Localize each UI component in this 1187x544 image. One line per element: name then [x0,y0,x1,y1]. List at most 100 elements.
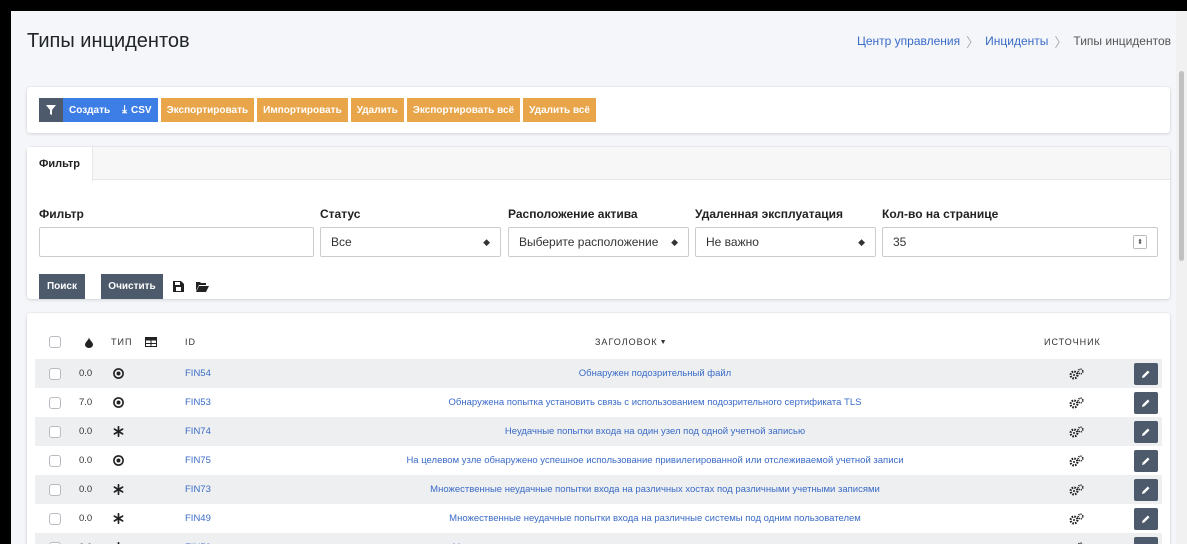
incident-id-link[interactable]: FIN50 [185,533,211,544]
columns-toggle-button[interactable] [145,331,157,353]
incident-id-link[interactable]: FIN49 [185,504,211,533]
per-page-label: Кол-во на странице [882,207,999,221]
incident-title-link[interactable]: Множественные неудачные попытки входа на… [215,475,1095,504]
delete-all-button[interactable]: Удалить всё [523,98,596,122]
per-page-input[interactable]: 35 ⬍ [882,227,1158,257]
select-arrows-icon: ◆ [483,236,490,247]
edit-button[interactable] [1134,533,1158,544]
table-row[interactable]: 0.0 FIN49 Множественные неудачные попытки … [35,504,1162,533]
filter-text-input[interactable] [39,227,314,257]
save-filter-button[interactable] [167,274,189,299]
checkbox[interactable] [49,512,61,525]
select-all-checkbox[interactable] [49,331,61,353]
incident-title-link[interactable]: Обнаружена попытка установить связь с ис… [215,388,1095,417]
incident-id-link[interactable]: FIN73 [185,475,211,504]
checkbox[interactable] [49,396,61,409]
checkbox[interactable] [49,367,61,380]
incident-id-link[interactable]: FIN54 [185,359,211,388]
incident-id-link[interactable]: FIN74 [185,417,211,446]
page-scrollbar[interactable] [1176,11,1187,544]
breadcrumb-separator-icon: 〉 [966,34,980,50]
asterisk-icon [113,533,124,544]
row-checkbox[interactable] [49,359,61,388]
breadcrumb-link-incidents[interactable]: Инциденты [985,34,1048,48]
row-checkbox[interactable] [49,504,61,533]
breadcrumb-separator-icon: 〉 [1054,34,1068,50]
edit-button[interactable] [1134,504,1158,533]
export-button[interactable]: Экспортировать [160,98,255,122]
incident-title-link[interactable]: Неудачные попытки входа на один узел под… [215,417,1095,446]
gears-icon [1069,388,1084,417]
table-row[interactable]: 0.0 FIN75 На целевом узле обнаружено успеш… [35,446,1162,475]
edit-button[interactable] [1134,417,1158,446]
asterisk-icon [113,417,124,446]
gears-icon [1069,417,1084,446]
incident-id-link[interactable]: FIN53 [185,388,211,417]
incident-id-link[interactable]: FIN75 [185,446,211,475]
remote-exploitation-value: Не важно [706,235,759,249]
gears-icon [1069,475,1084,504]
pencil-icon [1134,420,1158,443]
location-label: Расположение актива [508,207,638,221]
location-select[interactable]: Выберите расположение ◆ [508,227,689,257]
row-checkbox[interactable] [49,388,61,417]
title-header[interactable]: ЗАГОЛОВОК ▼ [595,331,668,353]
incident-title-link[interactable]: Множественные неудачные попытки входа на… [215,504,1095,533]
floppy-disk-icon [172,281,184,292]
filter-tabs: Фильтр [27,147,1170,181]
remote-exploitation-select[interactable]: Не важно ◆ [695,227,876,257]
import-button[interactable]: Импортировать [257,98,348,122]
download-icon: ⤓ [122,103,127,116]
row-checkbox[interactable] [49,417,61,446]
search-button[interactable]: Поиск [39,274,85,299]
incident-title-link[interactable]: Множественные неудачные попытки входа на… [215,533,1095,544]
per-page-value: 35 [893,235,907,249]
severity-header[interactable] [85,331,93,353]
row-checkbox[interactable] [49,446,61,475]
filter-toggle-button[interactable] [39,98,63,122]
table-row[interactable]: 0.0 FIN50 Множественные неудачные попытки … [35,533,1162,544]
pencil-icon [1134,391,1158,414]
csv-download-button[interactable]: ⤓ CSV [116,98,158,122]
row-checkbox[interactable] [49,533,61,544]
pencil-icon [1134,507,1158,530]
checkbox[interactable] [49,336,61,348]
table-row[interactable]: 0.0 FIN74 Неудачные попытки входа на один … [35,417,1162,446]
row-checkbox[interactable] [49,475,61,504]
score-value: 0.0 [79,426,93,437]
checkbox[interactable] [49,454,61,467]
pencil-icon [1134,449,1158,472]
breadcrumb-link-control-center[interactable]: Центр управления [857,34,960,48]
edit-button[interactable] [1134,446,1158,475]
breadcrumb-current: Типы инцидентов [1073,34,1171,48]
filter-panel: Фильтр Фильтр Статус Все ◆ Расположение … [27,147,1170,299]
export-all-button[interactable]: Экспортировать всё [406,98,521,122]
edit-button[interactable] [1134,388,1158,417]
edit-button[interactable] [1134,359,1158,388]
clear-button[interactable]: Очистить [101,274,163,299]
title-header-label: ЗАГОЛОВОК [595,337,658,347]
checkbox[interactable] [49,483,61,496]
type-header[interactable]: ТИП [111,331,132,353]
table-row[interactable]: 0.0 FIN54 Обнаружен подозрительный файл [35,359,1162,388]
scrollbar-thumb[interactable] [1179,71,1184,261]
primary-button-group: Создать ⤓ CSV [39,98,158,122]
open-filter-button[interactable] [191,274,213,299]
stepper-icon[interactable]: ⬍ [1133,235,1147,249]
create-button[interactable]: Создать [63,98,117,122]
edit-button[interactable] [1134,475,1158,504]
table-row[interactable]: 7.0 FIN53 Обнаружена попытка установить св… [35,388,1162,417]
table-grid-icon [145,337,157,347]
table-row[interactable]: 0.0 FIN73 Множественные неудачные попытки … [35,475,1162,504]
incident-title-link[interactable]: На целевом узле обнаружено успешное испо… [215,446,1095,475]
pencil-icon [1134,536,1158,544]
delete-button[interactable]: Удалить [350,98,404,122]
id-header[interactable]: ID [185,331,196,353]
funnel-icon [46,105,56,115]
tab-filter[interactable]: Фильтр [27,147,93,181]
status-select[interactable]: Все ◆ [320,227,501,257]
drop-icon [85,336,93,348]
checkbox[interactable] [49,425,61,438]
incident-title-link[interactable]: Обнаружен подозрительный файл [215,359,1095,388]
source-header[interactable]: ИСТОЧНИК [1044,331,1101,353]
